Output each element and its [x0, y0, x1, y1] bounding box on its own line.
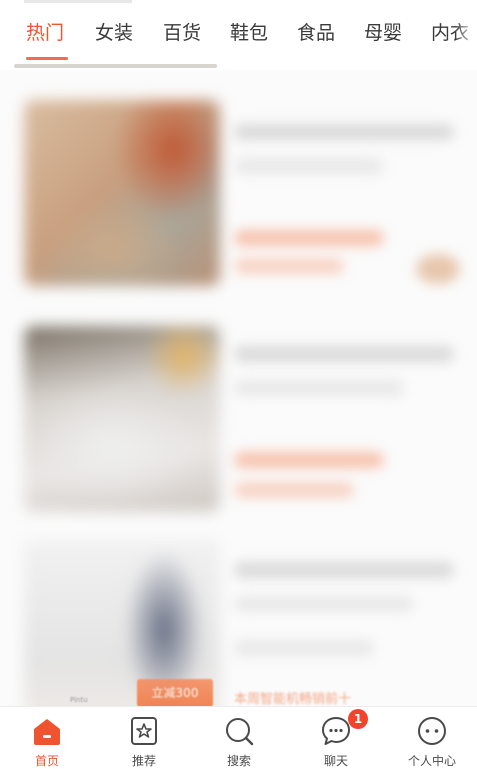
product-subtitle-placeholder — [234, 596, 414, 612]
tab-mother-baby[interactable]: 母婴 — [364, 20, 402, 46]
nav-recommend[interactable]: 推荐 — [104, 711, 184, 769]
nav-profile-label: 个人中心 — [407, 754, 456, 768]
product-title-placeholder — [234, 562, 454, 578]
product-subtitle-placeholder — [234, 380, 404, 396]
nav-profile[interactable]: 个人中心 — [392, 711, 472, 769]
promo-caption: 本周智能机畅销前十 — [234, 692, 352, 706]
profile-icon — [418, 717, 446, 745]
nav-home[interactable]: 首页 — [7, 711, 87, 769]
nav-search-label: 搜索 — [226, 754, 251, 768]
active-tab-indicator — [26, 57, 68, 60]
discount-promo-button[interactable]: 立减300 — [137, 679, 213, 706]
product-title-placeholder — [234, 124, 454, 140]
product-card[interactable] — [16, 522, 466, 706]
recommend-icon — [131, 717, 157, 745]
product-card[interactable] — [16, 82, 466, 287]
tab-scroll-fade — [455, 10, 477, 54]
product-image[interactable] — [24, 100, 220, 286]
tab-shoes-bags[interactable]: 鞋包 — [230, 20, 268, 46]
product-feed[interactable]: Pintu 立减300 本周智能机畅销前十 — [0, 70, 477, 706]
tab-womens-clothing[interactable]: 女装 — [95, 20, 133, 46]
product-price-placeholder — [234, 230, 384, 246]
product-card[interactable] — [16, 308, 466, 513]
tab-food[interactable]: 食品 — [297, 20, 335, 46]
product-sales-placeholder — [234, 258, 344, 274]
status-strip — [24, 0, 132, 3]
nav-home-label: 首页 — [34, 754, 59, 768]
product-extra-placeholder — [234, 640, 374, 656]
nav-recommend-label: 推荐 — [131, 754, 156, 768]
category-tab-bar: 热门 女装 百货 鞋包 食品 母婴 内衣 — [0, 0, 477, 62]
product-sales-placeholder — [234, 482, 354, 498]
tab-hot[interactable]: 热门 — [26, 20, 64, 46]
home-icon — [34, 719, 60, 745]
tab-scroll-indicator — [14, 64, 217, 68]
nav-search[interactable]: 搜索 — [199, 711, 279, 769]
chat-unread-badge: 1 — [348, 709, 368, 729]
tab-general-goods[interactable]: 百货 — [163, 20, 201, 46]
seller-avatar[interactable] — [416, 254, 460, 284]
image-caption: Pintu — [70, 696, 88, 704]
search-icon — [226, 718, 254, 746]
product-subtitle-placeholder — [234, 158, 384, 174]
product-title-placeholder — [234, 346, 454, 362]
nav-chat-label: 聊天 — [323, 754, 348, 768]
bottom-nav-bar: 首页 推荐 搜索 聊天 个人中心 — [0, 706, 477, 769]
product-image[interactable] — [24, 326, 220, 512]
product-price-placeholder — [234, 452, 384, 468]
